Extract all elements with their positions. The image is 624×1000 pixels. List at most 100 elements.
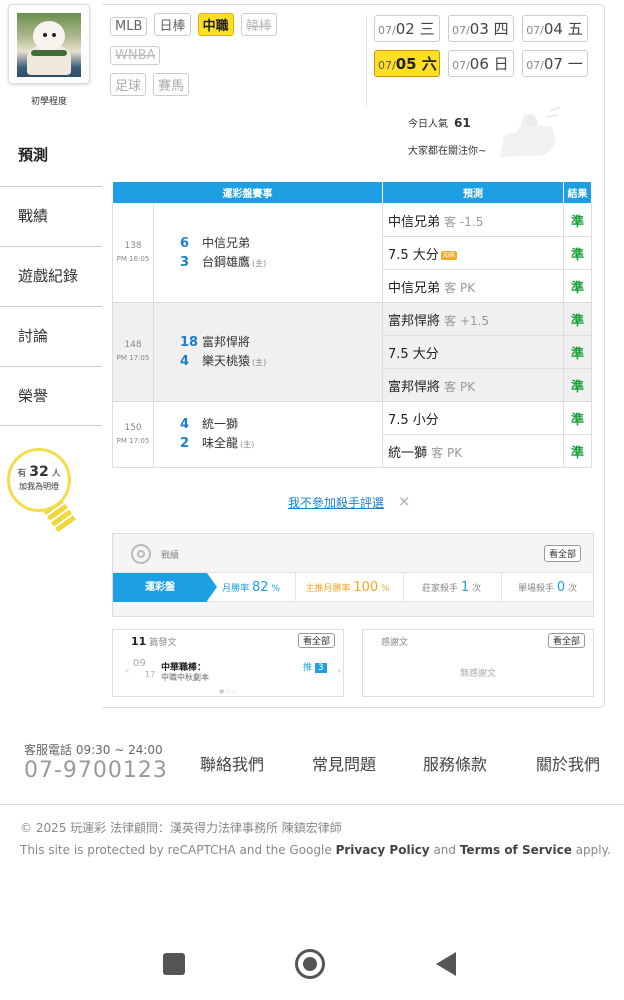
- today-popularity: 今日人氣 61: [408, 116, 471, 130]
- avatar-dog-eye: [43, 33, 47, 37]
- back-icon[interactable]: [436, 952, 456, 976]
- prediction-cell: 中信兄弟 客 -1.5: [382, 203, 564, 237]
- game-match[interactable]: 6 中信兄弟 3 台鋼雄鷹 (主): [153, 203, 383, 303]
- copyright: © 2025 玩運彩 法律顧問：漢英得力法律事務所 陳鎮宏律師: [20, 821, 342, 835]
- follow-bulb-button[interactable]: 有 32 人 加我為明燈: [7, 448, 78, 536]
- target-icon: [131, 544, 151, 564]
- footer-link-terms[interactable]: 服務條款: [423, 751, 487, 775]
- avatar-dog-scarf: [31, 50, 67, 56]
- sidebar-item-predict[interactable]: 預測: [0, 126, 102, 186]
- prediction-cell: 統一獅 客 PK: [382, 434, 564, 468]
- user-level: 初學程度: [30, 97, 67, 107]
- record-view-all-button[interactable]: 看全部: [543, 545, 581, 562]
- optout-killer-link[interactable]: 我不參加殺手評選: [288, 494, 384, 511]
- date-tab-0707[interactable]: 07/07 一: [522, 50, 589, 77]
- mascot-icon: [500, 106, 561, 157]
- game-match[interactable]: 4 統一獅 2 味全龍 (主): [153, 401, 383, 468]
- close-icon[interactable]: ×: [398, 492, 411, 510]
- game-meta: 138 PM 16:05: [112, 203, 154, 303]
- game-match[interactable]: 18 富邦悍將 4 樂天桃猿 (主): [153, 302, 383, 402]
- thanks-view-all-button[interactable]: 看全部: [547, 633, 585, 648]
- footer-link-contact[interactable]: 聯絡我們: [200, 751, 264, 775]
- stat-top-pick-win-rate: 主推月勝率 100 %: [295, 573, 399, 602]
- record-tab-lottery[interactable]: 運彩盤: [113, 573, 217, 602]
- table-row: 148 PM 17:05 18 富邦悍將 4 樂天桃猿 (主) 富邦悍將 客 +1.5 …: [112, 302, 592, 402]
- result-cell: 準: [563, 368, 592, 402]
- league-tab-kbo[interactable]: 韓棒: [240, 13, 277, 36]
- filter-divider: [366, 15, 367, 107]
- avatar-dog-head: [33, 21, 65, 51]
- stat-single-killer: 單場殺手 0 次: [501, 573, 593, 602]
- table-row: 138 PM 16:05 6 中信兄弟 3 台鋼雄鷹 (主) 中信兄弟 客 -1.5 準: [112, 203, 592, 303]
- league-filter-row: MLB 日棒 中職 韓棒: [110, 13, 360, 44]
- push-count: 推 3: [303, 660, 327, 673]
- avatar[interactable]: [17, 13, 81, 77]
- avatar-frame[interactable]: [8, 4, 90, 84]
- footer-link-faq[interactable]: 常見問題: [312, 751, 376, 775]
- sidebar-item-honors[interactable]: 榮譽: [0, 366, 102, 426]
- service-phone[interactable]: 07-9700123: [24, 758, 168, 783]
- prediction-cell: 富邦悍將 客 +1.5: [382, 302, 564, 336]
- chevron-left-icon[interactable]: ‹: [125, 664, 129, 677]
- follow-bulb-circle: 有 32 人 加我為明燈: [7, 448, 71, 512]
- result-cell: 準: [563, 401, 592, 435]
- recent-apps-icon[interactable]: [163, 953, 185, 975]
- col-result: 結果: [563, 181, 592, 204]
- post-date-bottom: 17: [145, 670, 156, 679]
- profile-sidebar: 初學程度 預測 戰績 遊戲紀錄 討論 榮譽 有 32 人 加我為明燈: [0, 0, 102, 700]
- date-tab-0702[interactable]: 07/02 三: [374, 15, 440, 42]
- league-tab-soccer[interactable]: 足球: [110, 73, 147, 96]
- result-cell: 準: [563, 434, 592, 468]
- record-panel: 戰績 看全部 運彩盤 月勝率 82 % 主推月勝率 100 % 莊家殺手 1 次…: [112, 533, 594, 617]
- date-tab-0706[interactable]: 07/06 日: [448, 50, 515, 77]
- prediction-table: 運彩盤賽事 預測 結果 138 PM 16:05 6 中信兄弟 3 台鋼雄鷹 (主) 中…: [112, 181, 592, 468]
- league-filters: MLB 日棒 中職 韓棒 WNBA 足球 賽馬: [110, 13, 360, 104]
- system-navigation-bar: [0, 930, 624, 1000]
- post-date-top: 09: [133, 658, 146, 669]
- prediction-cell: 7.5 小分: [382, 401, 564, 435]
- posts-view-all-button[interactable]: 看全部: [297, 633, 335, 648]
- sidebar-nav: 預測 戰績 遊戲紀錄 討論 榮譽: [0, 126, 102, 426]
- league-tab-mlb[interactable]: MLB: [110, 17, 148, 36]
- sidebar-item-record[interactable]: 戰績: [0, 186, 102, 246]
- avatar-dog-eye: [52, 33, 56, 37]
- table-header-row: 運彩盤賽事 預測 結果: [112, 181, 592, 204]
- service-hours: 客服電話 09:30 ~ 24:00: [24, 743, 163, 757]
- date-tab-0705[interactable]: 07/05 六: [374, 50, 440, 77]
- thanks-title: 感謝文: [381, 638, 409, 648]
- prediction-panel: MLB 日棒 中職 韓棒 WNBA 足球 賽馬 07/02 三 07/03 四 …: [102, 4, 605, 708]
- footer-link-about[interactable]: 關於我們: [536, 751, 600, 775]
- result-cell: 準: [563, 203, 592, 237]
- table-row: 150 PM 17:05 4 統一獅 2 味全龍 (主) 7.5 小分 準: [112, 401, 592, 468]
- sidebar-item-game-log[interactable]: 遊戲紀錄: [0, 246, 102, 306]
- follow-cta: 加我為明燈: [19, 482, 59, 491]
- privacy-policy-link[interactable]: Privacy Policy: [336, 843, 430, 857]
- chevron-right-icon[interactable]: ›: [337, 664, 341, 677]
- thanks-panel: 感謝文 看全部 無感謝文: [362, 629, 594, 697]
- date-selector: 07/02 三 07/03 四 07/04 五 07/05 六 07/06 日 …: [374, 15, 594, 85]
- boost-badge: 加碼: [440, 250, 457, 260]
- footer-divider: [0, 804, 624, 805]
- stat-monthly-win-rate: 月勝率 82 %: [222, 580, 280, 595]
- fan-count: 有 32 人: [17, 464, 61, 480]
- record-stats-row: 運彩盤 月勝率 82 % 主推月勝率 100 % 莊家殺手 1 次 單場殺手 0…: [113, 572, 593, 602]
- league-tab-cpbl[interactable]: 中職: [197, 13, 234, 36]
- prediction-cell: 7.5 大分 加碼: [382, 236, 564, 270]
- col-pred: 預測: [382, 181, 564, 204]
- stat-bookie-killer: 莊家殺手 1 次: [403, 573, 499, 602]
- league-tab-npb[interactable]: 日棒: [154, 13, 191, 36]
- date-tab-0703[interactable]: 07/03 四: [448, 15, 515, 42]
- date-tab-0704[interactable]: 07/04 五: [522, 15, 589, 42]
- result-cell: 準: [563, 335, 592, 369]
- league-tab-horse[interactable]: 賽馬: [153, 73, 190, 96]
- league-tab-wnba[interactable]: WNBA: [110, 46, 161, 65]
- record-title: 戰績: [161, 551, 180, 561]
- home-icon[interactable]: [295, 949, 325, 979]
- popularity-note: 大家都在關注你~: [408, 146, 487, 157]
- league-filter-row: 足球 賽馬: [110, 73, 360, 104]
- terms-of-service-link[interactable]: Terms of Service: [460, 843, 572, 857]
- game-meta: 150 PM 17:05: [112, 401, 154, 468]
- prediction-cell: 中信兄弟 客 PK: [382, 269, 564, 303]
- recaptcha-notice: This site is protected by reCAPTCHA and …: [20, 843, 611, 857]
- sidebar-item-discussion[interactable]: 討論: [0, 306, 102, 366]
